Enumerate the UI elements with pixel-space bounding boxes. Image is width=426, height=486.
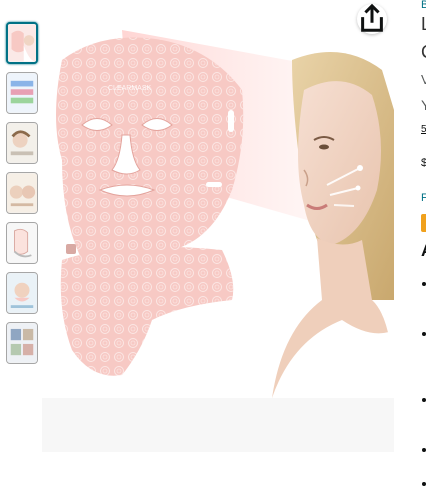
thumbnail-4[interactable]: [6, 172, 38, 214]
product-title-line-2: C: [421, 42, 426, 63]
product-details-column: B L C V Y 5 $ F A: [421, 0, 426, 486]
thumbnail-2[interactable]: [6, 72, 38, 114]
returns-link[interactable]: F: [421, 192, 426, 204]
thumbnail-3[interactable]: [6, 122, 38, 164]
thumbnail-6[interactable]: [6, 272, 38, 314]
about-heading: A: [421, 241, 426, 261]
bullet-1: [422, 282, 426, 286]
bullet-5: [422, 482, 426, 486]
bullet-3: [422, 398, 426, 402]
bought-count: 5: [421, 124, 426, 135]
price-text: $: [421, 157, 426, 169]
rating-summary[interactable]: Y: [421, 97, 426, 113]
thumbnail-7[interactable]: [6, 322, 38, 364]
share-button[interactable]: [357, 3, 387, 34]
bullet-2: [422, 332, 426, 336]
visit-store-link[interactable]: V: [421, 72, 426, 87]
mask-brand-text: CLEARMASK: [108, 85, 152, 92]
main-product-image[interactable]: CLEARMASK: [42, 0, 394, 452]
thumbnail-5[interactable]: [6, 222, 38, 264]
share-icon: [361, 3, 383, 32]
thumbnail-rail: [6, 22, 40, 372]
thumbnail-1[interactable]: [6, 22, 38, 64]
product-photo: CLEARMASK: [42, 0, 394, 452]
deal-badge: [421, 214, 426, 232]
bullet-4: [422, 448, 426, 452]
brand-link[interactable]: B: [421, 0, 426, 11]
product-title-line-1: L: [421, 14, 426, 35]
